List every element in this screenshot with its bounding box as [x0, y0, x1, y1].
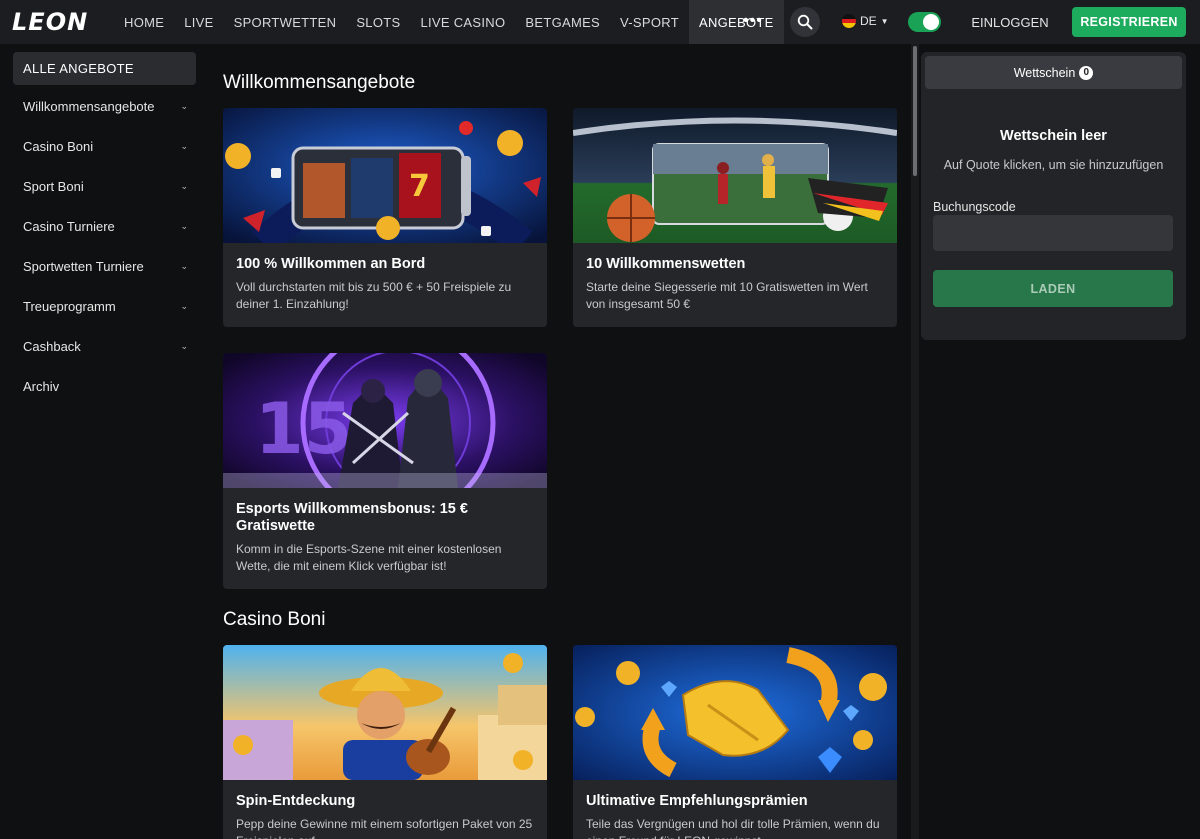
- chevron-down-icon: ⌄: [180, 100, 188, 111]
- chevron-down-icon: ⌄: [180, 300, 188, 311]
- load-button[interactable]: LADEN: [933, 270, 1173, 307]
- sidebar-item-label: Sportwetten Turniere: [23, 258, 144, 274]
- sidebar-item-label: Cashback: [23, 338, 81, 354]
- german-flag-icon: [842, 14, 856, 28]
- betslip-count-badge: 0: [1079, 65, 1094, 80]
- search-button[interactable]: [790, 7, 820, 37]
- promo-card-title: 10 Willkommenswetten: [586, 256, 746, 272]
- promo-card-description: Starte deine Siegesserie mit 10 Gratiswe…: [586, 280, 868, 311]
- sidebar-item-label: Casino Boni: [23, 138, 94, 154]
- booking-code-label: Buchungscode: [933, 200, 1016, 214]
- promo-image-football-stadium: [573, 108, 897, 243]
- nav-v-sport[interactable]: V-SPORT: [610, 0, 689, 44]
- sidebar-item-label: Archiv: [23, 378, 60, 394]
- sidebar-item-willkommensangebote[interactable]: Willkommensangebote ⌄: [23, 96, 188, 116]
- sidebar-item-label: Sport Boni: [23, 178, 84, 194]
- booking-code-input[interactable]: [933, 215, 1173, 251]
- promo-image-golden-handshake: [573, 645, 897, 780]
- sidebar-item-sport-boni[interactable]: Sport Boni ⌄: [23, 176, 188, 196]
- leon-logo[interactable]: LEON: [12, 8, 88, 36]
- search-icon: [797, 14, 813, 30]
- content-scrollbar[interactable]: [911, 44, 919, 839]
- promotions-sidebar: ALLE ANGEBOTE Willkommensangebote ⌄ Casin…: [0, 44, 208, 839]
- betslip-tab[interactable]: Wettschein 0: [925, 56, 1182, 89]
- promo-card-description: Komm in die Esports-Szene mit einer kost…: [236, 542, 502, 573]
- promo-card-title: Spin-Entdeckung: [236, 793, 356, 809]
- scrollbar-thumb[interactable]: [913, 46, 917, 176]
- more-menu-icon[interactable]: •••: [743, 12, 763, 30]
- sidebar-item-cashback[interactable]: Cashback ⌄: [23, 336, 188, 356]
- promo-card-esports-bonus[interactable]: 15 Esports Willkommensbonus: 15 € Gratis…: [223, 353, 547, 589]
- promo-card-spin-discovery[interactable]: Spin-Entdeckung Pepp deine Gewinne mit e…: [223, 645, 547, 839]
- chevron-down-icon: ⌄: [180, 340, 188, 351]
- section-title-welcome: Willkommensangebote: [223, 72, 416, 93]
- promo-card-referral-rewards[interactable]: Ultimative Empfehlungsprämien Teile das …: [573, 645, 897, 839]
- sidebar-item-treueprogramm[interactable]: Treueprogramm ⌄: [23, 296, 188, 316]
- sidebar-item-casino-boni[interactable]: Casino Boni ⌄: [23, 136, 188, 156]
- main-nav: HOME LIVE SPORTWETTEN SLOTS LIVE CASINO …: [114, 0, 784, 44]
- promo-card-description: Teile das Vergnügen und hol dir tolle Pr…: [586, 817, 880, 839]
- nav-sportwetten[interactable]: SPORTWETTEN: [224, 0, 347, 44]
- toggle-knob: [923, 14, 939, 30]
- language-selector[interactable]: DE ▼: [842, 14, 889, 28]
- nav-angebote[interactable]: ANGEBOTE: [688, 0, 784, 44]
- sidebar-item-archiv[interactable]: Archiv: [23, 376, 188, 396]
- nav-live[interactable]: LIVE: [174, 0, 223, 44]
- language-code: DE: [860, 14, 877, 28]
- sidebar-item-casino-turniere[interactable]: Casino Turniere ⌄: [23, 216, 188, 236]
- sidebar-item-label: Treueprogramm: [23, 298, 116, 314]
- promo-card-title: Esports Willkommensbonus: 15 € Gratiswet…: [236, 501, 468, 534]
- promo-image-esports-soldiers: 15: [223, 353, 547, 488]
- section-title-casino-bonuses: Casino Boni: [223, 609, 326, 630]
- promo-card-description: Voll durchstarten mit bis zu 500 € + 50 …: [236, 280, 512, 311]
- register-button[interactable]: REGISTRIEREN: [1072, 7, 1186, 37]
- promo-image-slot-machine: 7: [223, 108, 547, 243]
- sidebar-item-label: Casino Turniere: [23, 218, 115, 234]
- promo-card-welcome-bonus[interactable]: 7 100 % Willkommen an Bord Voll durchsta…: [223, 108, 547, 327]
- chevron-down-icon: ⌄: [180, 260, 188, 271]
- chevron-down-icon: ⌄: [180, 220, 188, 231]
- nav-slots[interactable]: SLOTS: [346, 0, 410, 44]
- caret-down-icon: ▼: [880, 16, 889, 26]
- sidebar-item-sportwetten-turniere[interactable]: Sportwetten Turniere ⌄: [23, 256, 188, 276]
- promo-card-title: 100 % Willkommen an Bord: [236, 256, 426, 272]
- sidebar-all-offers[interactable]: ALLE ANGEBOTE: [13, 52, 196, 85]
- login-button[interactable]: EINLOGGEN: [960, 0, 1060, 44]
- promo-image-mariachi: [223, 645, 547, 780]
- nav-home[interactable]: HOME: [114, 0, 174, 44]
- promo-card-description: Pepp deine Gewinne mit einem sofortigen …: [236, 817, 533, 839]
- theme-toggle[interactable]: [908, 12, 941, 32]
- chevron-down-icon: ⌄: [180, 140, 188, 151]
- betslip-tab-label: Wettschein: [1013, 65, 1076, 80]
- sidebar-item-label: Willkommensangebote: [23, 98, 155, 114]
- betslip-empty-hint: Auf Quote klicken, um sie hinzuzufügen: [943, 158, 1164, 172]
- promo-card-title: Ultimative Empfehlungsprämien: [586, 793, 808, 809]
- top-navigation-bar: LEON HOME LIVE SPORTWETTEN SLOTS LIVE CA…: [0, 0, 1200, 44]
- nav-live-casino[interactable]: LIVE CASINO: [410, 0, 515, 44]
- promo-card-welcome-bets[interactable]: 10 Willkommenswetten Starte deine Sieges…: [573, 108, 897, 327]
- betslip-panel: Wettschein 0 Wettschein leer Auf Quote k…: [921, 52, 1186, 340]
- svg-text:15: 15: [255, 388, 352, 470]
- betslip-empty-title: Wettschein leer: [1000, 128, 1107, 144]
- nav-betgames[interactable]: BETGAMES: [515, 0, 610, 44]
- chevron-down-icon: ⌄: [180, 180, 188, 191]
- promotions-content: Willkommensangebote 7 100 % Willkommen a…: [208, 44, 911, 839]
- svg-text:7: 7: [409, 169, 430, 204]
